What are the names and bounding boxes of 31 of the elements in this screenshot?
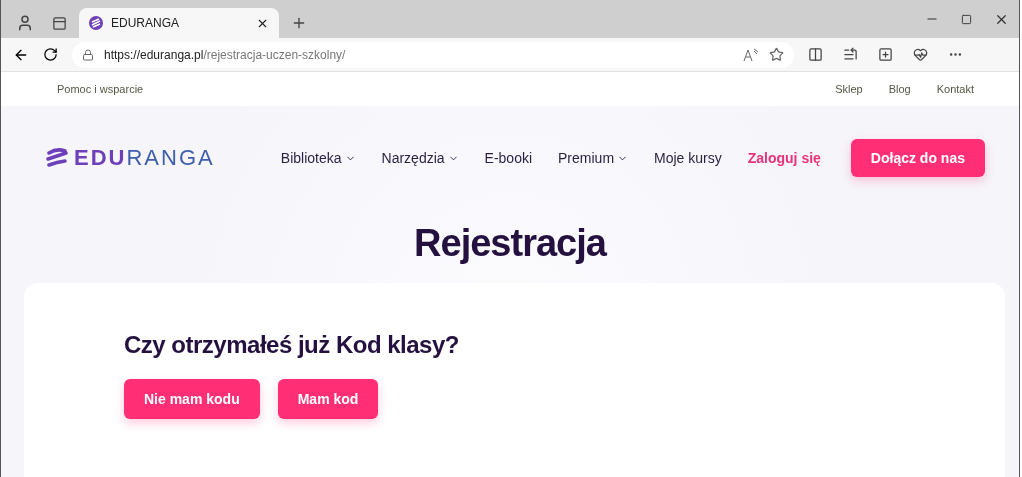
nav-link[interactable]: E-booki (484, 150, 533, 166)
site-logo[interactable]: EDU RANGA (46, 145, 215, 171)
read-aloud-icon[interactable] (743, 47, 759, 62)
url-text: https://eduranga.pl/rejestracja-uczen-szkolny/ (104, 47, 347, 62)
choice-button[interactable]: Mam kod (277, 379, 379, 419)
star-icon[interactable] (769, 47, 784, 62)
nav-link[interactable]: Moje kursy (654, 150, 722, 166)
login-link[interactable]: Zaloguj się (747, 150, 821, 166)
nav-link[interactable]: Narzędzia (381, 150, 459, 166)
browser-tab[interactable]: EDURANGA (79, 8, 279, 38)
reload-icon[interactable] (43, 47, 58, 62)
top-link[interactable]: Blog (888, 83, 911, 95)
split-screen-icon[interactable] (808, 47, 823, 62)
logo-icon (89, 16, 103, 30)
tab-title: EDURANGA (111, 16, 180, 30)
question-heading: Czy otrzymałeś już Kod klasy? (124, 331, 460, 359)
nav-link[interactable]: Premium (558, 150, 629, 166)
join-button[interactable]: Dołącz do nas (850, 139, 985, 177)
page-title: Rejestracja (413, 222, 608, 265)
address-bar[interactable]: https://eduranga.pl/rejestracja-uczen-szkolny/ (72, 41, 794, 68)
nav-link[interactable]: Biblioteka (280, 150, 356, 166)
choice-button[interactable]: Nie mam kodu (124, 379, 260, 419)
heart-icon[interactable] (913, 47, 928, 62)
top-link[interactable]: Kontakt (936, 83, 974, 95)
logo-icon (46, 148, 68, 168)
help-link[interactable]: Pomoc i wsparcie (57, 83, 144, 95)
favorites-icon[interactable] (843, 47, 858, 62)
top-link[interactable]: Sklep (835, 83, 863, 95)
lock-icon (82, 48, 94, 61)
maximize-icon[interactable] (961, 13, 972, 25)
collections-icon[interactable] (878, 47, 893, 62)
